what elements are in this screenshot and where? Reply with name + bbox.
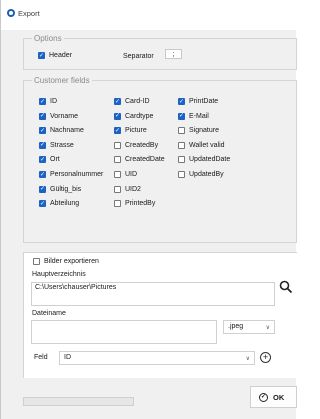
checkbox-box[interactable]: [178, 127, 185, 135]
customer-field-checkbox[interactable]: ID: [39, 98, 57, 105]
customer-field-checkbox[interactable]: Gültig_bis: [39, 185, 82, 193]
window-title: Export: [18, 9, 40, 18]
customer-field-label: ID: [50, 98, 57, 105]
customer-field-checkbox[interactable]: UpdatedBy: [178, 171, 224, 178]
root-dir-input[interactable]: C:\Users\chauser\Pictures: [31, 282, 275, 306]
customer-field-checkbox[interactable]: UpdatedDate: [178, 156, 231, 164]
add-field-plus-icon[interactable]: +: [260, 352, 271, 363]
customer-field-checkbox[interactable]: Card-ID: [114, 98, 150, 105]
customer-field-label: Cardtype: [125, 112, 154, 120]
browse-search-icon[interactable]: [279, 280, 293, 294]
header-label: Header: [49, 52, 72, 59]
title-bar: Export: [1, 0, 297, 30]
checkbox-box[interactable]: [178, 141, 185, 149]
checkbox-box[interactable]: [114, 112, 121, 120]
root-dir-label: Hauptverzeichnis: [32, 271, 86, 278]
app-icon: [7, 9, 15, 17]
customer-field-label: Ort: [50, 156, 60, 164]
customer-field-checkbox[interactable]: UID2: [114, 185, 141, 193]
ok-button[interactable]: ✓ OK: [250, 386, 297, 408]
checkbox-box[interactable]: [39, 141, 46, 149]
checkbox-box[interactable]: [114, 171, 121, 178]
customer-field-label: Abteilung: [50, 200, 80, 208]
customer-field-checkbox[interactable]: Wallet valid: [178, 141, 225, 149]
format-value: .jpeg: [228, 323, 244, 330]
customer-field-checkbox[interactable]: Cardtype: [114, 112, 154, 120]
checkbox-box[interactable]: [114, 127, 121, 135]
customer-field-label: UID2: [125, 185, 141, 193]
ok-label: OK: [273, 392, 285, 402]
export-images-label: Bilder exportieren: [44, 258, 99, 265]
customer-field-checkbox[interactable]: Nachname: [39, 127, 84, 135]
customer-field-checkbox[interactable]: PrintDate: [178, 98, 218, 105]
checkbox-box[interactable]: [178, 156, 185, 164]
customer-field-checkbox[interactable]: Vorname: [39, 112, 79, 120]
filename-input[interactable]: [31, 320, 217, 344]
export-images-checkbox-box[interactable]: [33, 258, 40, 265]
header-checkbox-box[interactable]: [38, 52, 45, 59]
checkbox-box[interactable]: [114, 200, 121, 208]
customer-field-label: Card-ID: [125, 98, 150, 105]
checkbox-box[interactable]: [114, 141, 121, 149]
checkbox-box[interactable]: [114, 98, 121, 105]
chevron-down-icon: ∨: [265, 325, 270, 331]
customer-field-label: Signature: [189, 127, 219, 135]
checkbox-box[interactable]: [114, 156, 121, 164]
checkbox-box[interactable]: [178, 171, 185, 178]
customer-field-checkbox[interactable]: PrintedBy: [114, 200, 156, 208]
customer-field-checkbox[interactable]: Abteilung: [39, 200, 80, 208]
customer-field-checkbox[interactable]: CreatedDate: [114, 156, 165, 164]
header-checkbox[interactable]: Header: [38, 52, 72, 59]
customer-field-checkbox[interactable]: Personalnummer: [39, 171, 103, 178]
customer-field-label: CreatedDate: [125, 156, 165, 164]
customer-field-label: E-Mail: [189, 112, 209, 120]
customer-field-label: Wallet valid: [189, 141, 225, 149]
customer-field-checkbox[interactable]: Picture: [114, 127, 147, 135]
customer-field-label: Nachname: [50, 127, 84, 135]
checkbox-box[interactable]: [114, 185, 121, 193]
checkbox-box[interactable]: [178, 98, 185, 105]
customer-field-checkbox[interactable]: Ort: [39, 156, 60, 164]
customer-field-checkbox[interactable]: E-Mail: [178, 112, 209, 120]
checkbox-box[interactable]: [39, 127, 46, 135]
customer-field-checkbox[interactable]: Signature: [178, 127, 219, 135]
customer-field-label: Vorname: [50, 112, 79, 120]
customer-field-label: PrintedBy: [125, 200, 156, 208]
field-label: Feld: [34, 354, 48, 361]
separator-input[interactable]: ;: [165, 49, 182, 59]
customer-field-checkbox[interactable]: Strasse: [39, 141, 74, 149]
customer-field-label: Personalnummer: [50, 171, 104, 178]
customer-field-label: UID: [125, 171, 138, 178]
options-legend: Options: [34, 34, 62, 43]
checkbox-box[interactable]: [39, 200, 46, 208]
check-circle-icon: ✓: [259, 392, 268, 402]
filename-label: Dateiname: [32, 310, 66, 317]
checkbox-box[interactable]: [39, 112, 46, 120]
chevron-down-icon: ∨: [245, 356, 250, 362]
field-select[interactable]: ID ∨: [59, 351, 255, 365]
format-select[interactable]: .jpeg ∨: [223, 320, 275, 334]
export-images-checkbox[interactable]: Bilder exportieren: [33, 258, 99, 265]
customer-field-checkbox[interactable]: UID: [114, 171, 137, 178]
customer-field-label: Strasse: [50, 141, 74, 149]
customer-field-label: CreatedBy: [125, 141, 159, 149]
checkbox-box[interactable]: [39, 98, 46, 105]
checkbox-box[interactable]: [39, 171, 46, 178]
separator-label: Separator: [123, 53, 154, 60]
checkbox-box[interactable]: [39, 185, 46, 193]
customer-field-label: UpdatedBy: [189, 171, 224, 178]
customer-field-label: Picture: [125, 127, 147, 135]
customer-field-label: PrintDate: [189, 98, 219, 105]
field-value: ID: [64, 354, 71, 361]
customer-field-label: UpdatedDate: [189, 156, 231, 164]
customer-field-label: Gültig_bis: [50, 185, 82, 193]
checkbox-box[interactable]: [39, 156, 46, 164]
checkbox-box[interactable]: [178, 112, 185, 120]
progress-bar: [23, 397, 134, 406]
export-window: Export Options Header Separator ; Custom…: [0, 0, 297, 419]
customer-fields-legend: Customer fields: [34, 76, 90, 85]
customer-field-checkbox[interactable]: CreatedBy: [114, 141, 159, 149]
